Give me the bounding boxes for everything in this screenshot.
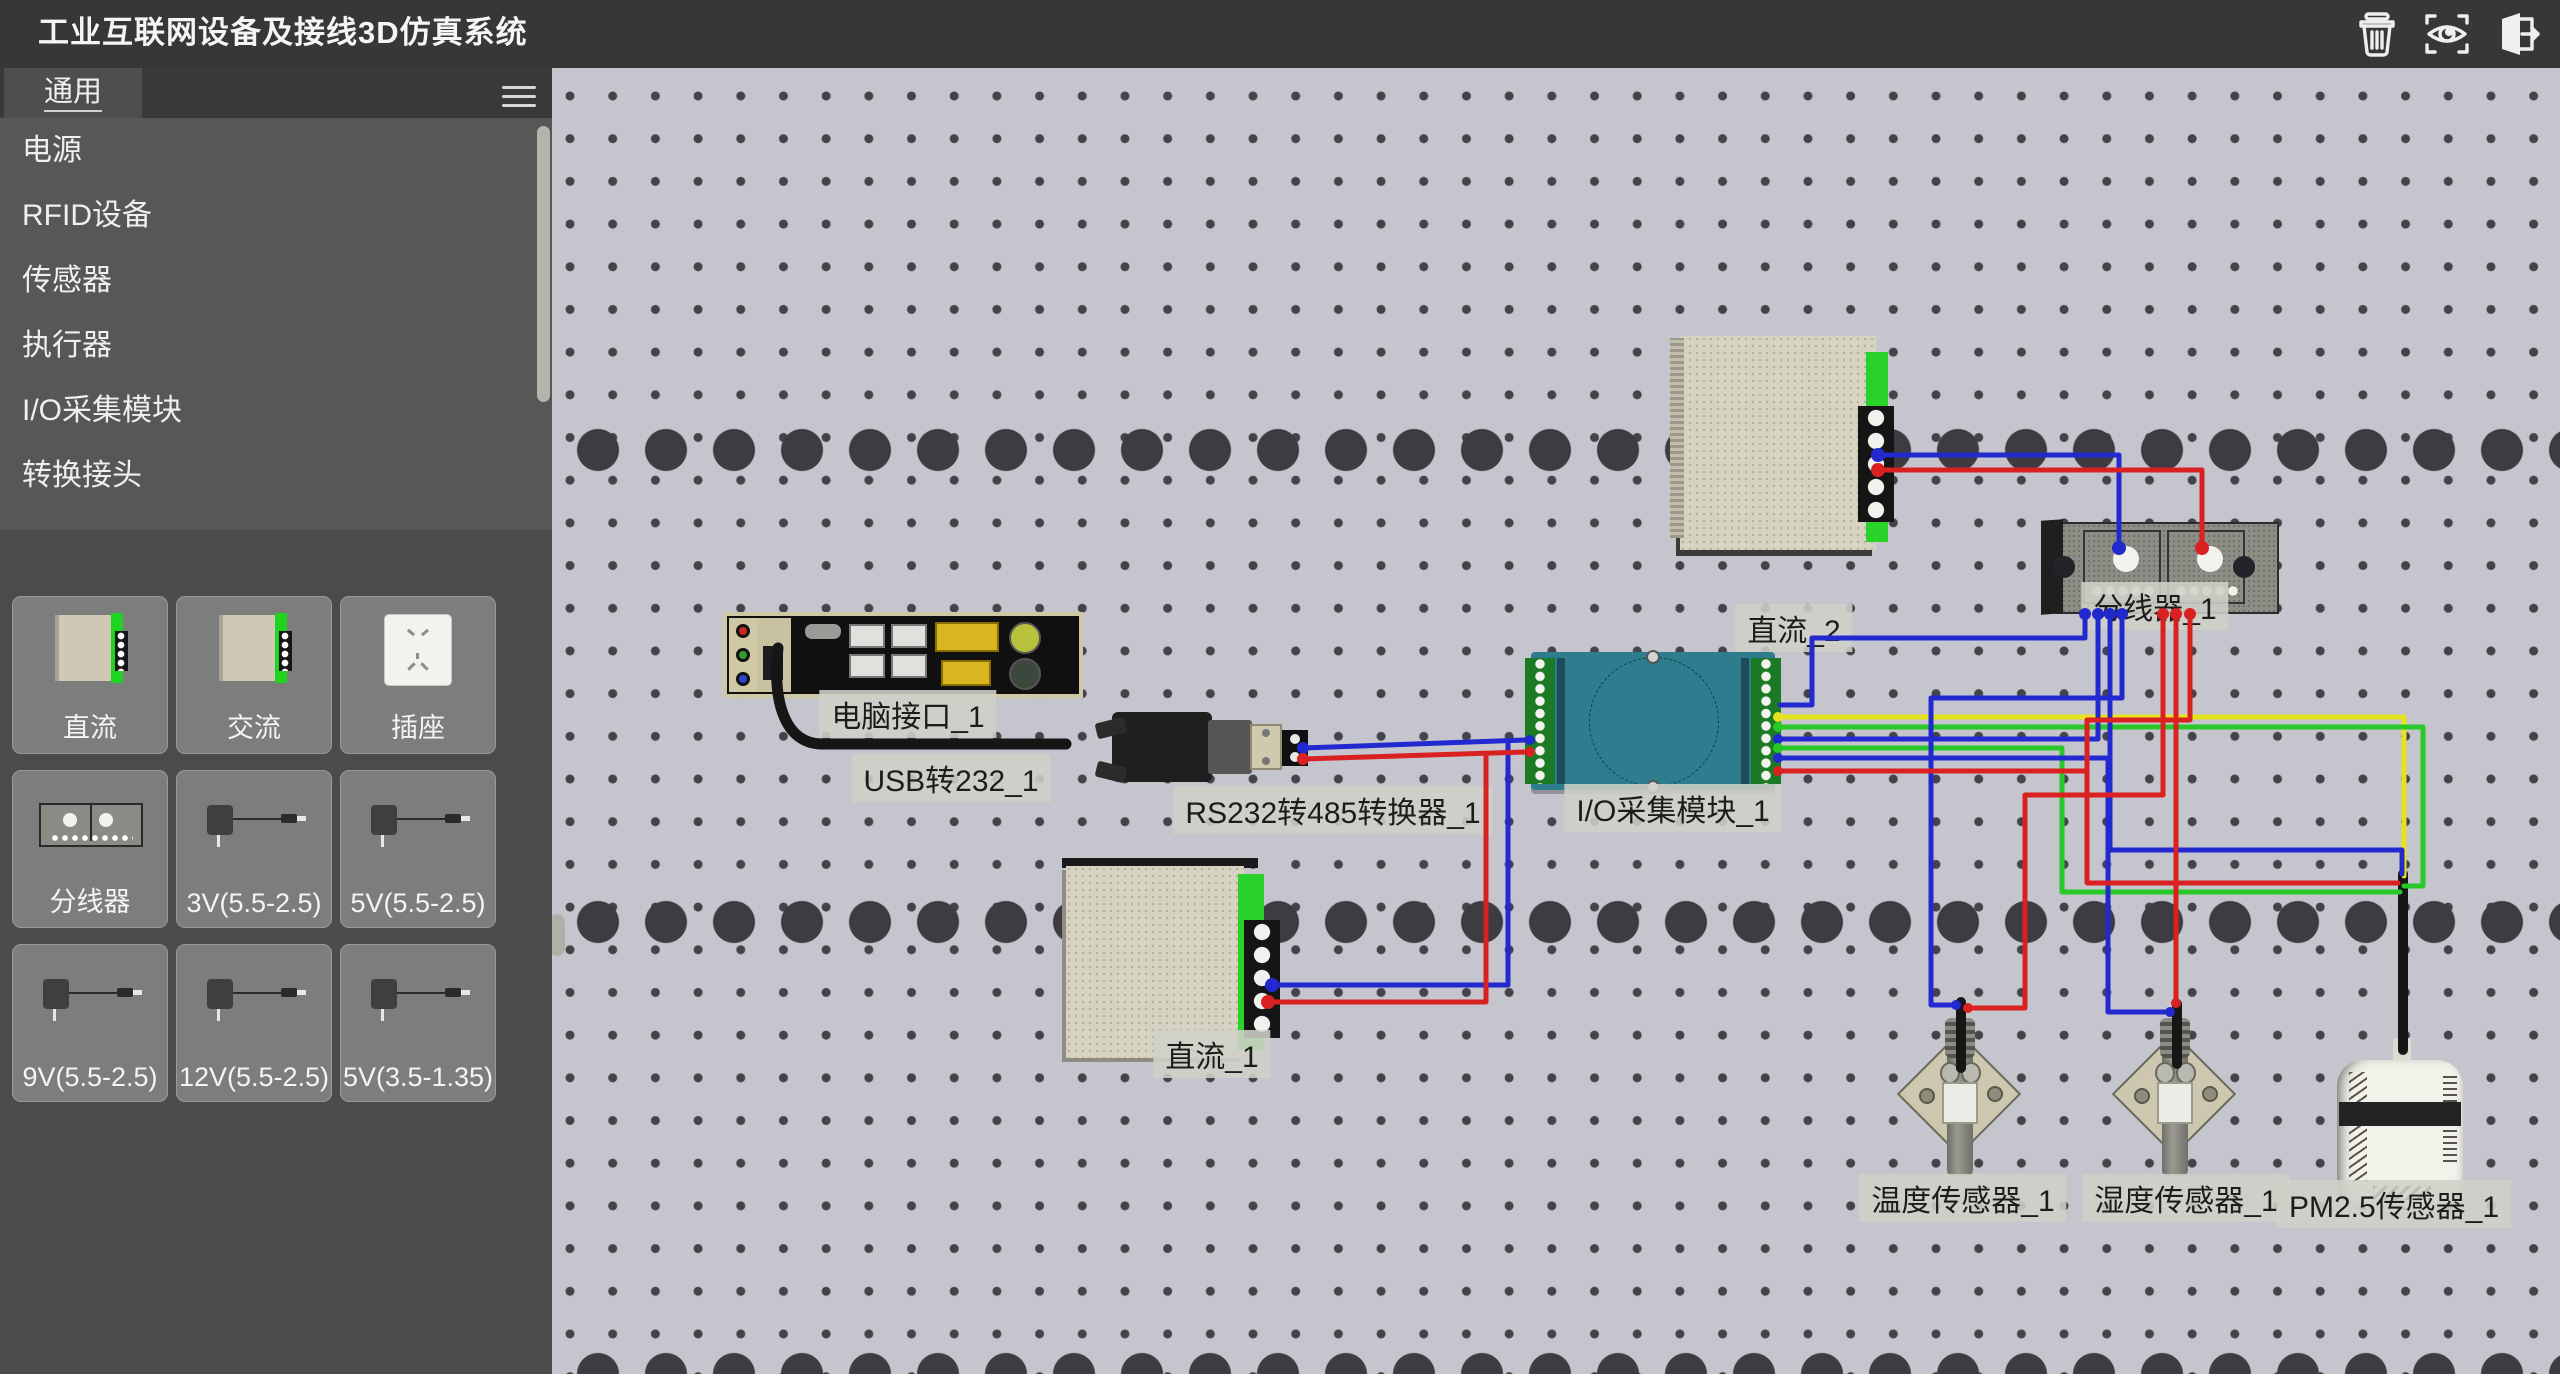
wire-blue-splitter-to-io-b[interactable]	[1780, 614, 2098, 739]
app-title: 工业互联网设备及接线3D仿真系统	[38, 0, 528, 66]
device-palette: 直流 交流 插座 分线器 3V(5.5-2.5) 5V(5.5-2.5)	[0, 530, 552, 1374]
sidebar-scrollbar[interactable]	[537, 126, 550, 402]
sidebar: 通用 电源 RFID设备 传感器 执行器 I/O采集模块 转换接头 直流 交流	[0, 68, 552, 1374]
wire-red-splitter-to-temperature[interactable]	[1968, 614, 2163, 1008]
menu-item-actuator[interactable]: 执行器	[0, 313, 552, 378]
delete-icon[interactable]	[2350, 8, 2404, 60]
splitter-thumbnail	[13, 777, 167, 877]
palette-item-9v[interactable]: 9V(5.5-2.5)	[12, 944, 168, 1102]
dc-psu-thumbnail	[13, 603, 167, 703]
adapter-thumbnail	[13, 951, 167, 1051]
wire-red-dc1[interactable]	[1268, 756, 1486, 1002]
menu-item-converter[interactable]: 转换接头	[0, 443, 552, 508]
menu-item-rfid[interactable]: RFID设备	[0, 183, 552, 248]
3d-canvas[interactable]: 电脑接口_1 USB转232_1 RS232转485转换器_1 I/O采集模块_…	[552, 68, 2560, 1374]
palette-item-12v[interactable]: 12V(5.5-2.5)	[176, 944, 332, 1102]
palette-item-3v[interactable]: 3V(5.5-2.5)	[176, 770, 332, 928]
palette-item-splitter[interactable]: 分线器	[12, 770, 168, 928]
wire-connector-dots	[1261, 448, 2209, 1017]
wire-blue-converter-to-io[interactable]	[1303, 740, 1526, 748]
palette-item-socket[interactable]: 插座	[340, 596, 496, 754]
title-bar: 工业互联网设备及接线3D仿真系统	[0, 0, 2560, 68]
scene-scrollbar[interactable]	[552, 914, 565, 956]
sidebar-tabstrip: 通用	[0, 68, 552, 118]
menu-item-power[interactable]: 电源	[0, 118, 552, 183]
palette-item-ac[interactable]: 交流	[176, 596, 332, 754]
menu-item-sensor[interactable]: 传感器	[0, 248, 552, 313]
wiring-layer	[552, 68, 2560, 1374]
wire-red-converter-to-io[interactable]	[1303, 752, 1526, 759]
adapter-thumbnail	[341, 777, 495, 877]
adapter-thumbnail	[177, 951, 331, 1051]
wire-blue-splitter-to-pm25[interactable]	[2110, 614, 2402, 874]
exit-icon[interactable]	[2490, 8, 2544, 60]
menu-icon[interactable]	[502, 80, 536, 106]
ac-psu-thumbnail	[177, 603, 331, 703]
wire-green-io-to-pm25[interactable]	[1778, 727, 2423, 886]
palette-item-5v[interactable]: 5V(5.5-2.5)	[340, 770, 496, 928]
cable-pc-to-usb232[interactable]	[777, 648, 1066, 744]
wire-blue-splitter-to-io-a[interactable]	[1780, 614, 2085, 705]
menu-item-io-module[interactable]: I/O采集模块	[0, 378, 552, 443]
palette-item-5v-slim[interactable]: 5V(3.5-1.35)	[340, 944, 496, 1102]
adapter-thumbnail	[341, 951, 495, 1051]
adapter-thumbnail	[177, 777, 331, 877]
tab-general[interactable]: 通用	[4, 68, 142, 118]
wire-blue-dc1[interactable]	[1272, 744, 1508, 985]
wire-red-splitter-to-pm25[interactable]	[2087, 614, 2398, 883]
socket-thumbnail	[341, 603, 495, 703]
preview-icon[interactable]	[2420, 8, 2474, 60]
category-menu: 电源 RFID设备 传感器 执行器 I/O采集模块 转换接头	[0, 118, 552, 530]
wire-red-dc2-to-splitter[interactable]	[1878, 470, 2202, 548]
app-window: 工业互联网设备及接线3D仿真系统	[0, 0, 2560, 1374]
header-toolbar	[2350, 8, 2544, 60]
palette-item-dc[interactable]: 直流	[12, 596, 168, 754]
